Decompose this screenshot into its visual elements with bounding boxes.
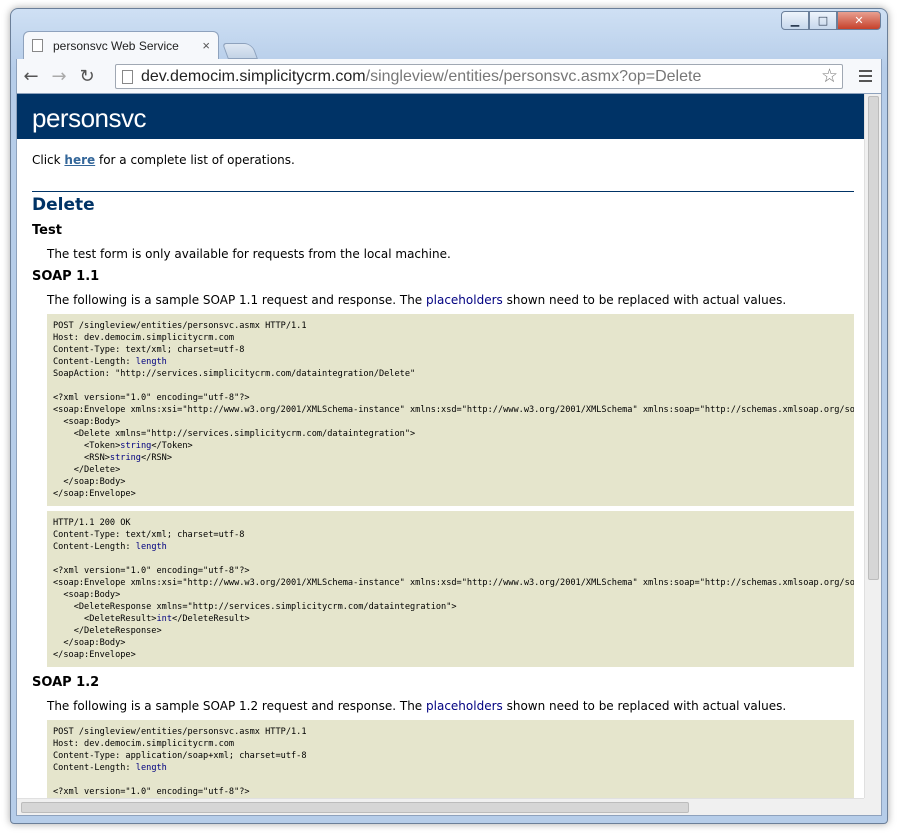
divider (32, 191, 854, 192)
menu-icon[interactable] (853, 64, 877, 88)
bookmark-star-icon[interactable]: ☆ (821, 65, 838, 88)
close-window-button[interactable]: ✕ (837, 11, 881, 30)
scrollbar-corner (864, 798, 881, 815)
soap12-request-sample: POST /singleview/entities/personsvc.asmx… (47, 720, 854, 800)
tab-title: personsvc Web Service (53, 38, 179, 53)
reload-icon[interactable]: ↻ (73, 62, 101, 90)
tab-close-icon[interactable]: × (202, 38, 210, 53)
browser-window: ▁ □ ✕ personsvc Web Service × ← → ↻ dev.… (10, 8, 888, 824)
page-icon (122, 69, 133, 84)
page-icon (32, 39, 43, 52)
url-host: dev.democim.simplicitycrm.com (141, 67, 366, 85)
operations-list-link[interactable]: here (64, 153, 95, 167)
url-path: /singleview/entities/personsvc.asmx?op=D… (365, 67, 702, 85)
soap12-heading: SOAP 1.2 (32, 675, 100, 690)
soap11-heading: SOAP 1.1 (32, 269, 100, 284)
soap12-description: The following is a sample SOAP 1.2 reque… (47, 699, 787, 713)
vertical-scroll-thumb[interactable] (868, 96, 879, 580)
vertical-scrollbar[interactable] (864, 94, 881, 800)
intro-text: Click here for a complete list of operat… (32, 153, 295, 167)
soap11-response-sample: HTTP/1.1 200 OK Content-Type: text/xml; … (47, 511, 854, 667)
minimize-button[interactable]: ▁ (781, 11, 809, 30)
back-icon[interactable]: ← (17, 62, 45, 90)
horizontal-scroll-thumb[interactable] (21, 802, 689, 813)
window-controls: ▁ □ ✕ (781, 11, 881, 30)
horizontal-scrollbar[interactable] (17, 798, 866, 815)
page-viewport: personsvc Click here for a complete list… (16, 93, 882, 816)
forward-icon[interactable]: → (45, 62, 73, 90)
new-tab-button[interactable] (222, 43, 258, 59)
address-bar[interactable]: dev.democim.simplicitycrm.com/singleview… (115, 64, 843, 89)
page-content: personsvc Click here for a complete list… (17, 94, 866, 800)
soap11-request-sample: POST /singleview/entities/personsvc.asmx… (47, 314, 854, 506)
operation-title: Delete (32, 195, 95, 215)
browser-toolbar: ← → ↻ dev.democim.simplicitycrm.com/sing… (16, 59, 882, 93)
test-text: The test form is only available for requ… (47, 247, 451, 261)
test-heading: Test (32, 223, 62, 238)
tab-strip: personsvc Web Service × (23, 31, 258, 59)
page-title: personsvc (17, 94, 866, 139)
tab-personsvc[interactable]: personsvc Web Service × (23, 31, 219, 59)
soap11-description: The following is a sample SOAP 1.1 reque… (47, 293, 787, 307)
maximize-button[interactable]: □ (809, 11, 837, 30)
